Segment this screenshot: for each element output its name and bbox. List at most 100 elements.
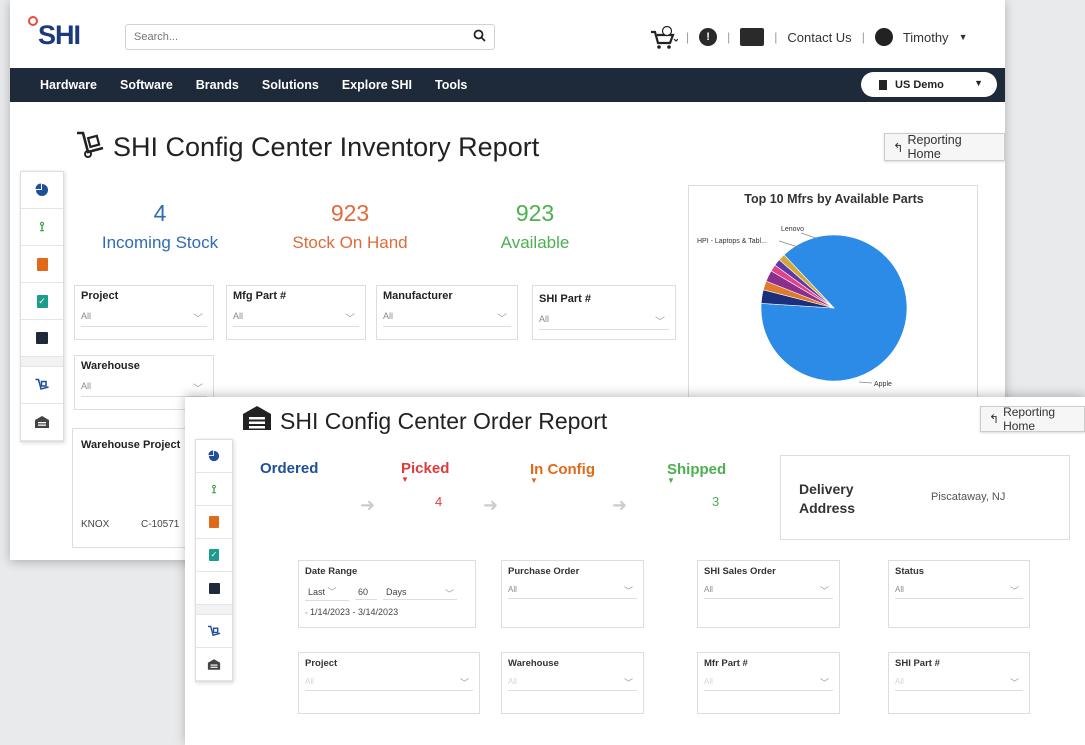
separator: | <box>727 30 731 44</box>
package-icon[interactable] <box>740 28 765 46</box>
column-header-project[interactable]: Project <box>143 439 180 451</box>
date-range-filter[interactable]: Date Range Last ﹀ 60 Days ﹀ ▫ 1/14/2023 -… <box>298 560 476 628</box>
stage-picked[interactable]: Picked ▼ <box>401 460 449 484</box>
header-actions: | ! | | Contact Us | Timothy ▼ <box>650 22 967 52</box>
delivery-address-card: Delivery Address Piscataway, NJ <box>780 455 1070 540</box>
search-input[interactable] <box>134 25 464 49</box>
date-range-unit-select[interactable]: Days ﹀ <box>383 585 457 600</box>
shi-sales-order-filter[interactable]: SHI Sales Order All ﹀ <box>697 560 840 628</box>
nav-tools[interactable]: Tools <box>435 78 467 92</box>
select-value: All <box>81 381 92 391</box>
save-icon[interactable] <box>21 320 63 357</box>
clipboard-check-icon[interactable]: ✓ <box>21 283 63 320</box>
manufacturer-filter[interactable]: Manufacturer All ﹀ <box>376 285 518 340</box>
date-range-amount-input[interactable]: 60 <box>355 585 377 600</box>
clipboard-check-icon[interactable]: ✓ <box>196 539 232 572</box>
cart-icon[interactable] <box>650 25 679 49</box>
shi-part-filter[interactable]: SHI Part # All ﹀ <box>888 652 1030 714</box>
clipboard-icon[interactable] <box>196 506 232 539</box>
stage-ordered[interactable]: Ordered <box>260 460 318 477</box>
date-range-mode-select[interactable]: Last ﹀ <box>305 583 349 601</box>
nav-brands[interactable]: Brands <box>196 78 239 92</box>
reporting-home-button[interactable]: ↰ Reporting Home <box>980 405 1085 433</box>
reply-arrow-icon: ↰ <box>989 412 1000 426</box>
nav-hardware[interactable]: Hardware <box>40 78 97 92</box>
shi-logo[interactable]: SHI <box>28 16 81 51</box>
warehouse-icon[interactable] <box>196 648 232 681</box>
project-select[interactable]: All ﹀ <box>81 307 207 327</box>
purchase-order-filter[interactable]: Purchase Order All ﹀ <box>501 560 644 628</box>
pie-chart-svg: Apple HPI - Laptops & Tabl... Lenovo <box>697 226 908 388</box>
hand-truck-icon[interactable] <box>21 367 63 404</box>
select-value: All <box>508 585 517 594</box>
project-select[interactable]: All ﹀ <box>305 674 473 691</box>
chevron-down-icon[interactable]: ▼ <box>959 32 968 42</box>
calendar-icon: ▫ <box>305 610 308 617</box>
select-value: All <box>704 677 713 686</box>
warehouse-select[interactable]: All ﹀ <box>508 674 637 691</box>
nav-software[interactable]: Software <box>120 78 173 92</box>
chevron-down-icon: ﹀ <box>819 678 829 688</box>
separator: | <box>861 30 865 44</box>
account-selector[interactable]: US Demo ▼ <box>861 72 997 97</box>
manufacturer-select[interactable]: All ﹀ <box>383 307 511 327</box>
mfg-part-select[interactable]: All ﹀ <box>233 307 359 327</box>
chevron-down-icon: ﹀ <box>819 586 829 596</box>
save-icon[interactable] <box>196 572 232 605</box>
project-filter[interactable]: Project All ﹀ <box>74 285 214 340</box>
delivery-address-label: Delivery Address <box>799 480 855 518</box>
chevron-down-icon: ﹀ <box>193 384 203 395</box>
warehouse-icon[interactable] <box>21 404 63 441</box>
stock-on-hand-value: 923 <box>330 200 370 226</box>
stock-on-hand-stat: 923 Stock On Hand <box>280 200 420 253</box>
stage-shipped[interactable]: Shipped ▼ <box>667 461 726 485</box>
search-box[interactable] <box>125 24 495 50</box>
shi-part-filter[interactable]: SHI Part # All ﹀ <box>532 285 676 340</box>
column-header-warehouse[interactable]: Warehouse <box>81 439 140 451</box>
chevron-down-icon: ﹀ <box>193 314 203 325</box>
reporting-home-button[interactable]: ↰ Reporting Home <box>884 133 1005 161</box>
project-filter[interactable]: Project All ﹀ <box>298 652 480 714</box>
shi-sales-order-select[interactable]: All ﹀ <box>704 582 833 599</box>
user-icon[interactable] <box>874 28 893 46</box>
purchase-order-select[interactable]: All ﹀ <box>508 582 637 599</box>
separator: | <box>686 30 690 44</box>
mfg-part-filter[interactable]: Mfg Part # All ﹀ <box>226 285 366 340</box>
warehouse-filter[interactable]: Warehouse All ﹀ <box>501 652 644 714</box>
pie-chart-icon[interactable] <box>196 440 232 473</box>
hand-truck-icon[interactable] <box>196 615 232 648</box>
order-report-window: SHI Config Center Order Report ↰ Reporti… <box>185 397 1085 745</box>
status-filter[interactable]: Status All ﹀ <box>888 560 1030 628</box>
nav-explore-shi[interactable]: Explore SHI <box>342 78 412 92</box>
top-header: SHI | ! | | Contact Us | Timothy ▼ <box>10 0 1005 68</box>
contact-us-link[interactable]: Contact Us <box>787 30 851 45</box>
nav-solutions[interactable]: Solutions <box>262 78 319 92</box>
stage-label: Ordered <box>260 460 319 477</box>
status-select[interactable]: All ﹀ <box>895 582 1023 599</box>
filter-label: SHI Part # <box>539 293 591 305</box>
page-title: SHI Config Center Inventory Report <box>75 130 539 165</box>
filter-label: Manufacturer <box>383 290 453 302</box>
clipboard-icon[interactable] <box>21 246 63 283</box>
label-leader-line <box>858 381 873 384</box>
building-icon <box>879 79 887 90</box>
available-value: 923 <box>515 200 555 226</box>
user-menu[interactable]: Timothy <box>903 30 949 45</box>
shi-part-select[interactable]: All ﹀ <box>895 674 1023 691</box>
pie-chart-icon[interactable] <box>21 172 63 209</box>
shi-part-select[interactable]: All ﹀ <box>539 310 669 330</box>
running-icon[interactable]: ⟟ <box>21 209 63 246</box>
running-icon[interactable]: ⟟ <box>196 473 232 506</box>
mfr-part-select[interactable]: All ﹀ <box>704 674 833 691</box>
chat-icon[interactable]: ! <box>699 28 718 46</box>
filter-label: Mfg Part # <box>233 290 287 302</box>
filter-label: Status <box>895 566 925 577</box>
mfr-part-filter[interactable]: Mfr Part # All ﹀ <box>697 652 840 714</box>
warehouse-select[interactable]: All ﹀ <box>81 377 207 397</box>
stage-in-config[interactable]: In Config ▼ <box>530 461 595 485</box>
date-range-dates: ▫ 1/14/2023 - 3/14/2023 <box>305 607 469 617</box>
delivery-label-line2: Address <box>799 500 856 516</box>
search-icon[interactable] <box>473 29 486 45</box>
pie-label: Lenovo <box>781 226 804 233</box>
filter-label: Date Range <box>305 566 358 577</box>
